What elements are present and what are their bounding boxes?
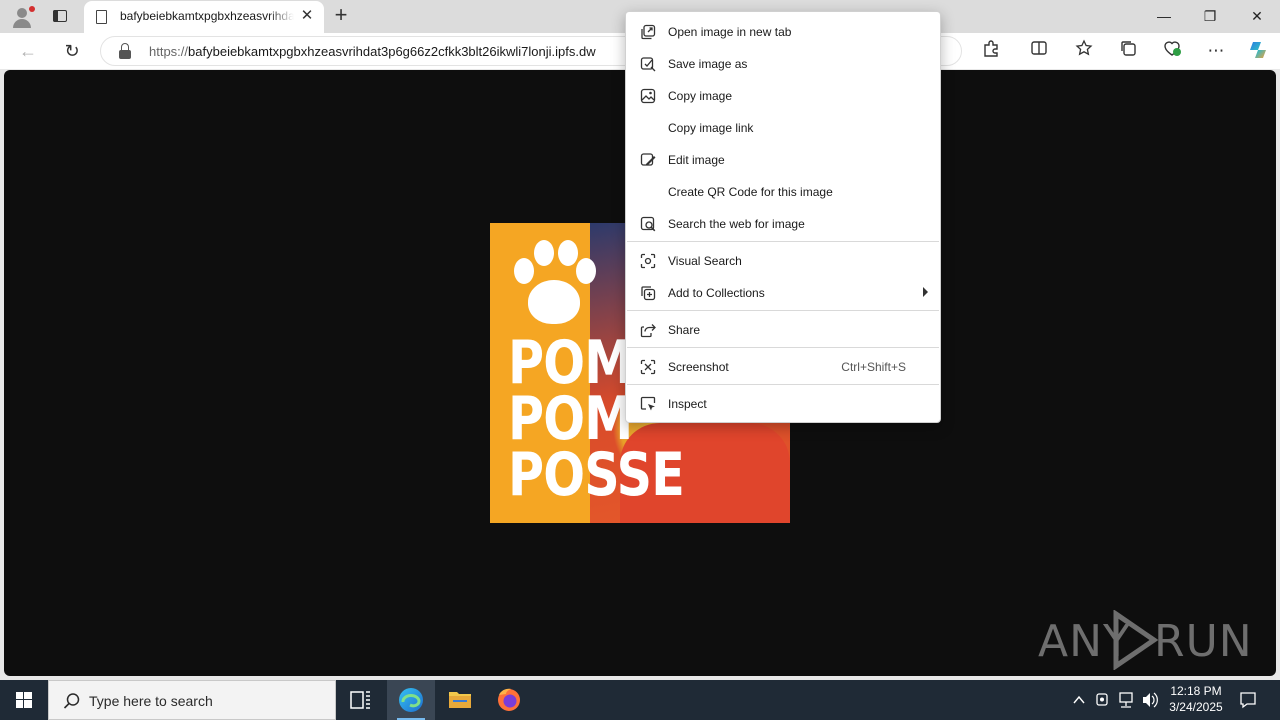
submenu-arrow-icon (923, 287, 928, 297)
menu-item-create-qr-code[interactable]: Create QR Code for this image (626, 176, 940, 208)
paw-icon (510, 238, 600, 328)
context-menu: Open image in new tab Save image as Copy… (625, 11, 941, 423)
task-view-icon (350, 691, 370, 709)
volume-icon[interactable] (1140, 680, 1160, 720)
firefox-button[interactable] (485, 680, 533, 720)
search-icon (63, 693, 80, 709)
file-explorer-button[interactable] (436, 680, 484, 720)
edge-icon (399, 688, 423, 712)
shortcut-label: Ctrl+Shift+S (841, 360, 906, 374)
more-icon[interactable]: ⋯ (1204, 39, 1228, 63)
share-icon (640, 324, 656, 338)
refresh-button[interactable]: ↻ (60, 39, 84, 63)
menu-item-open-image-new-tab[interactable]: Open image in new tab (626, 16, 940, 48)
back-button[interactable]: ← (16, 39, 40, 63)
meet-now-icon[interactable] (1093, 680, 1113, 720)
taskbar-clock[interactable]: 12:18 PM 3/24/2025 (1160, 683, 1232, 715)
collections-icon (641, 286, 656, 301)
url-text[interactable]: https://bafybeiebkamtxpgbxhzeasvrihdat3p… (149, 44, 596, 59)
screenshot-icon (640, 359, 656, 375)
page-icon (96, 10, 107, 24)
menu-item-add-to-collections[interactable]: Add to Collections (626, 277, 940, 309)
task-view-button[interactable] (336, 680, 384, 720)
save-image-icon (640, 57, 656, 72)
chevron-up-icon (1073, 695, 1085, 704)
tab-actions-icon[interactable] (50, 7, 70, 25)
open-new-tab-icon (641, 24, 656, 40)
play-logo-icon (1113, 610, 1159, 670)
menu-item-edit-image[interactable]: Edit image (626, 144, 940, 176)
favorites-icon[interactable] (1072, 39, 1096, 63)
copy-image-icon (640, 88, 656, 104)
windows-logo-icon (16, 692, 32, 708)
edit-image-icon (640, 153, 656, 166)
menu-item-search-web-image[interactable]: Search the web for image (626, 208, 940, 240)
menu-item-save-image-as[interactable]: Save image as (626, 48, 940, 80)
taskbar: Type here to search 12:18 PM 3/24/2025 (0, 680, 1280, 720)
inspect-icon (640, 396, 656, 411)
visual-search-icon (640, 253, 656, 269)
menu-item-screenshot[interactable]: Screenshot Ctrl+Shift+S (626, 351, 940, 383)
show-hidden-icons-button[interactable] (1068, 680, 1090, 720)
notifications-button[interactable] (1234, 680, 1262, 720)
menu-separator (627, 310, 939, 311)
new-tab-button[interactable]: + (330, 4, 352, 26)
notification-icon (1240, 692, 1256, 709)
menu-item-copy-image[interactable]: Copy image (626, 80, 940, 112)
menu-separator (627, 241, 939, 242)
close-window-button[interactable]: ✕ (1234, 0, 1280, 32)
lock-icon[interactable] (119, 43, 131, 59)
menu-item-share[interactable]: Share (626, 314, 940, 346)
menu-item-inspect[interactable]: Inspect (626, 388, 940, 420)
menu-item-visual-search[interactable]: Visual Search (626, 245, 940, 277)
start-button[interactable] (0, 680, 48, 720)
tab-close-icon[interactable]: ✕ (298, 7, 316, 25)
search-image-icon (640, 216, 656, 232)
anyrun-watermark: ANY RUN (1038, 610, 1252, 670)
restore-button[interactable]: ❐ (1187, 0, 1233, 32)
network-icon[interactable] (1116, 680, 1136, 720)
folder-icon (449, 692, 471, 708)
firefox-icon (498, 688, 520, 711)
copilot-icon[interactable] (1246, 39, 1270, 63)
split-screen-icon[interactable] (1027, 39, 1051, 63)
tab-title: bafybeiebkamtxpgbxhzeasvrihdat3p6g66z2cf… (120, 9, 294, 23)
search-placeholder: Type here to search (89, 693, 213, 709)
extensions-icon[interactable] (979, 39, 1003, 63)
edge-taskbar-button[interactable] (387, 680, 435, 720)
profile-icon[interactable] (10, 5, 35, 29)
menu-item-copy-image-link[interactable]: Copy image link (626, 112, 940, 144)
menu-separator (627, 384, 939, 385)
menu-separator (627, 347, 939, 348)
clock-date: 3/24/2025 (1169, 700, 1223, 714)
browser-essentials-icon[interactable] (1160, 39, 1184, 63)
taskbar-search-box[interactable]: Type here to search (48, 680, 336, 720)
clock-time: 12:18 PM (1170, 684, 1222, 698)
minimize-button[interactable]: — (1141, 0, 1187, 32)
browser-tab[interactable]: bafybeiebkamtxpgbxhzeasvrihdat3p6g66z2cf… (84, 1, 324, 33)
collections-icon[interactable] (1116, 39, 1140, 63)
poster-word-3: POSSE (508, 440, 685, 510)
